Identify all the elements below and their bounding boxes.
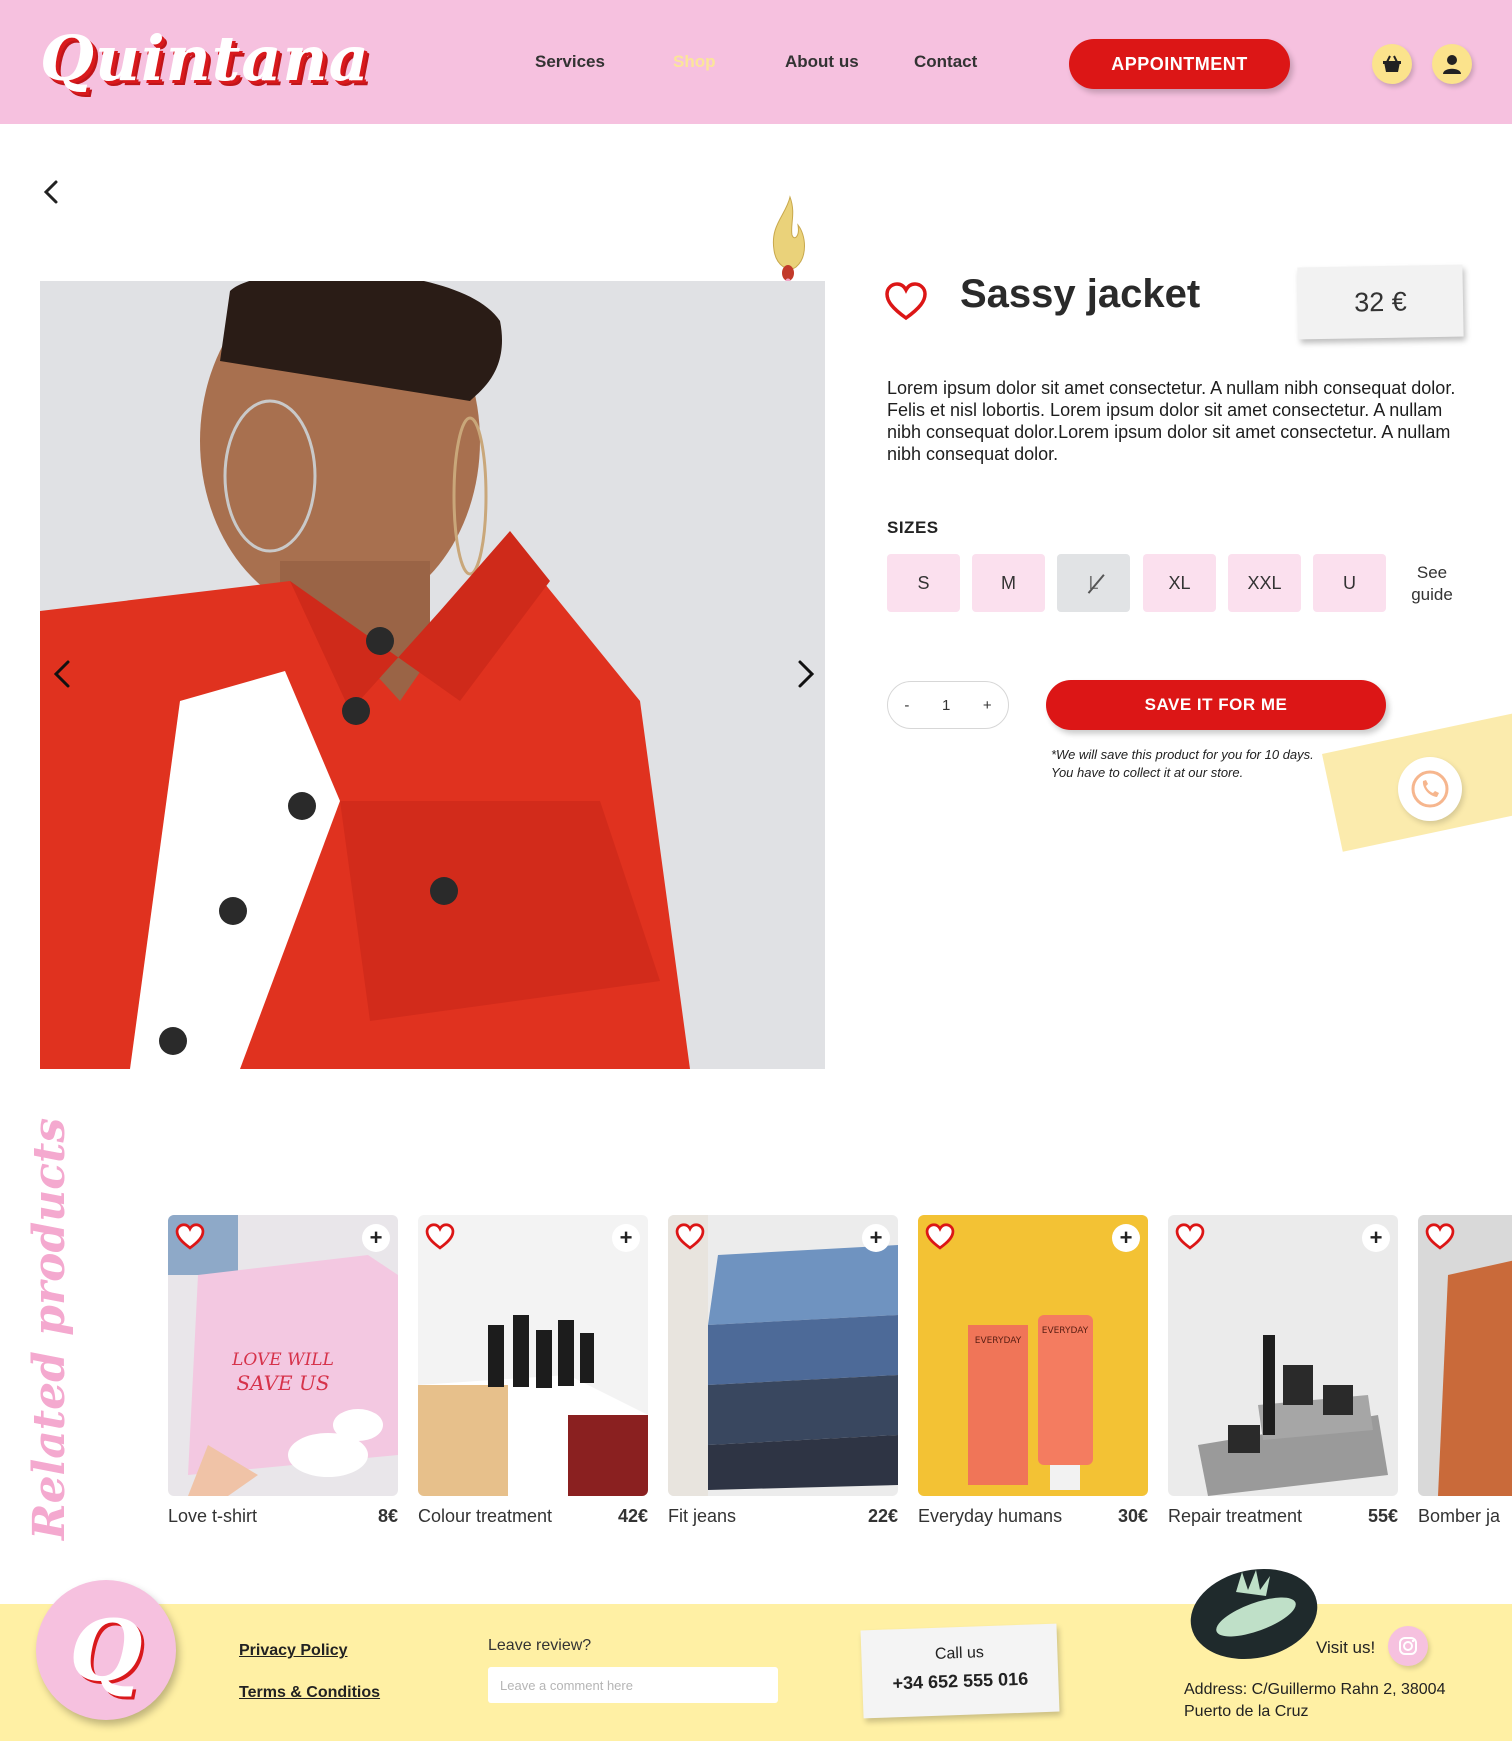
nav-shop[interactable]: Shop <box>673 52 716 72</box>
card-heart-icon[interactable] <box>675 1222 705 1252</box>
related-product-name[interactable]: Repair treatment <box>1168 1506 1302 1527</box>
sizes-label: SIZES <box>887 518 939 537</box>
related-product-price: 42€ <box>617 1506 648 1526</box>
related-product-image[interactable]: EVERYDAY EVERYDAY + <box>918 1215 1148 1496</box>
card-heart-icon[interactable] <box>425 1222 455 1252</box>
call-us-box[interactable]: Call us +34 652 555 016 <box>860 1623 1060 1719</box>
quantity-value[interactable]: 1 <box>938 697 954 714</box>
related-product-card[interactable]: + Colour treatment 42€ <box>418 1215 648 1534</box>
related-product-price: 30€ <box>1117 1506 1148 1526</box>
quantity-increase-button[interactable]: + <box>979 697 996 714</box>
size-option-u[interactable]: U <box>1313 554 1386 612</box>
related-product-image[interactable]: LOVE WILL SAVE US + <box>168 1215 398 1496</box>
site-header: Quintana Services Shop About us Contact … <box>0 0 1512 124</box>
related-product-card[interactable]: LOVE WILL SAVE US + Love t-shirt 8€ <box>168 1215 398 1534</box>
related-product-image[interactable]: + <box>668 1215 898 1496</box>
call-us-label: Call us <box>934 1644 985 1663</box>
related-product-price: 55€ <box>1367 1506 1398 1526</box>
card-heart-icon[interactable] <box>175 1222 205 1252</box>
review-comment-input[interactable] <box>488 1667 778 1703</box>
see-size-guide-link[interactable]: See guide <box>1399 562 1465 606</box>
basket-icon[interactable] <box>1372 44 1412 84</box>
tshirt-print-line-1: LOVE WILL <box>231 1350 334 1370</box>
size-label-l: L <box>1088 572 1099 593</box>
save-note: *We will save this product for you for 1… <box>1051 747 1314 780</box>
review-label: Leave review? <box>488 1637 592 1654</box>
related-product-name[interactable]: Bomber ja <box>1418 1506 1500 1527</box>
privacy-policy-link[interactable]: Privacy Policy <box>239 1642 348 1660</box>
related-product-image[interactable] <box>1418 1215 1512 1496</box>
related-product-card[interactable]: EVERYDAY EVERYDAY + Everyday humans 30€ <box>918 1215 1148 1534</box>
add-to-cart-plus-icon[interactable]: + <box>612 1224 640 1252</box>
appointment-button[interactable]: APPOINTMENT <box>1069 39 1290 89</box>
add-to-cart-plus-icon[interactable]: + <box>362 1224 390 1252</box>
size-option-xxl[interactable]: XXL <box>1228 554 1301 612</box>
quantity-decrease-button[interactable]: - <box>900 697 913 714</box>
related-product-name[interactable]: Colour treatment <box>418 1506 552 1527</box>
product-price: 32 € <box>1297 264 1464 340</box>
image-prev-arrow-icon[interactable] <box>48 656 78 692</box>
canarias-badge-logo <box>1186 1562 1322 1662</box>
phone-number[interactable]: +34 652 555 016 <box>862 1668 1059 1696</box>
quantity-stepper: - 1 + <box>887 681 1009 729</box>
size-option-l-unavailable: L <box>1057 554 1130 612</box>
related-product-name[interactable]: Fit jeans <box>668 1506 736 1527</box>
card-heart-icon[interactable] <box>1425 1222 1455 1252</box>
svg-text:EVERYDAY: EVERYDAY <box>1042 1326 1089 1336</box>
related-product-card[interactable]: Bomber ja <box>1418 1215 1512 1534</box>
related-product-price: 8€ <box>377 1506 398 1526</box>
related-product-image[interactable]: + <box>418 1215 648 1496</box>
add-to-cart-plus-icon[interactable]: + <box>1112 1224 1140 1252</box>
related-product-card[interactable]: + Repair treatment 55€ <box>1168 1215 1398 1534</box>
related-products-title: Related products <box>24 1117 75 1540</box>
product-title: Sassy jacket <box>960 272 1201 316</box>
related-product-name[interactable]: Love t-shirt <box>168 1506 257 1527</box>
user-icon[interactable] <box>1432 44 1472 84</box>
whatsapp-icon[interactable] <box>1398 757 1462 821</box>
save-it-for-me-button[interactable]: SAVE IT FOR ME <box>1046 680 1386 730</box>
nav-contact[interactable]: Contact <box>914 52 977 72</box>
add-to-cart-plus-icon[interactable]: + <box>1362 1224 1390 1252</box>
nav-services[interactable]: Services <box>535 52 605 72</box>
nav-about-us[interactable]: About us <box>785 52 859 72</box>
size-option-m[interactable]: M <box>972 554 1045 612</box>
size-option-xl[interactable]: XL <box>1143 554 1216 612</box>
svg-text:EVERYDAY: EVERYDAY <box>975 1336 1022 1346</box>
product-description: Lorem ipsum dolor sit amet consectetur. … <box>887 378 1456 464</box>
store-address: Address: C/Guillermo Rahn 2, 38004 Puert… <box>1184 1681 1446 1720</box>
add-to-cart-plus-icon[interactable]: + <box>862 1224 890 1252</box>
related-product-card[interactable]: + Fit jeans 22€ <box>668 1215 898 1534</box>
card-heart-icon[interactable] <box>1175 1222 1205 1252</box>
related-product-price: 22€ <box>867 1506 898 1526</box>
instagram-icon[interactable] <box>1388 1626 1428 1666</box>
product-main-image[interactable] <box>40 281 825 1069</box>
footer-logo-icon[interactable]: Q <box>36 1580 176 1720</box>
back-arrow-icon[interactable] <box>36 176 68 208</box>
visit-us-label: Visit us! <box>1316 1638 1376 1657</box>
terms-conditions-link[interactable]: Terms & Conditios <box>239 1684 380 1702</box>
related-product-name[interactable]: Everyday humans <box>918 1506 1062 1527</box>
quintana-logo[interactable]: Quintana <box>40 22 370 95</box>
favorite-heart-icon[interactable] <box>884 280 928 324</box>
tshirt-print-line-2: SAVE US <box>236 1371 329 1395</box>
size-option-s[interactable]: S <box>887 554 960 612</box>
related-product-image[interactable]: + <box>1168 1215 1398 1496</box>
card-heart-icon[interactable] <box>925 1222 955 1252</box>
image-next-arrow-icon[interactable] <box>790 656 820 692</box>
